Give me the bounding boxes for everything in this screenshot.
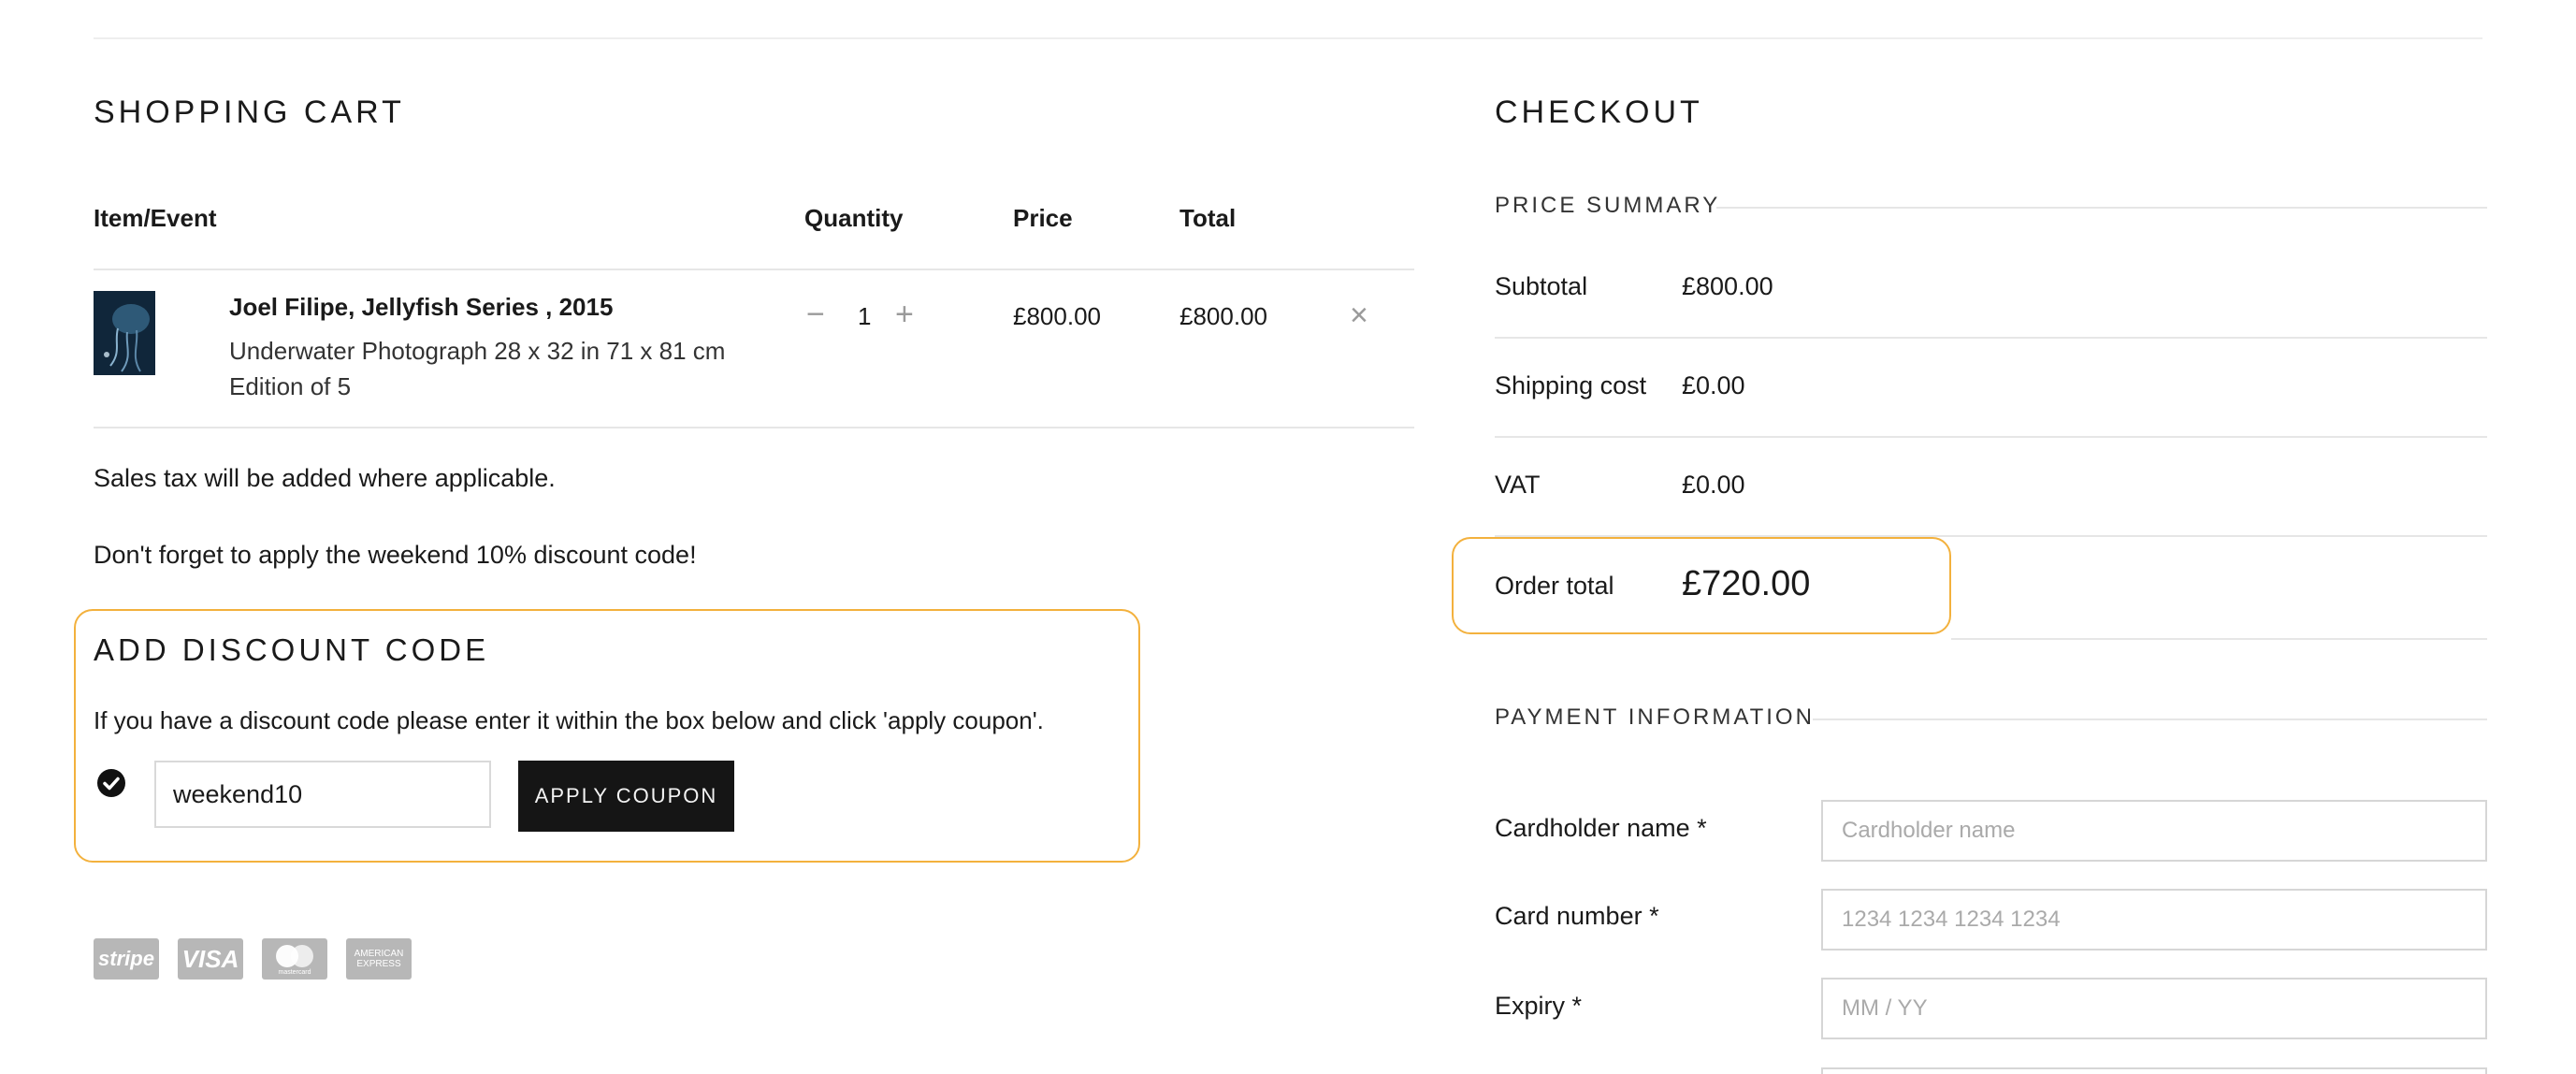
col-quantity: Quantity [804, 204, 904, 232]
amex-icon: AMERICAN EXPRESS [346, 938, 412, 980]
quantity-decrease-button[interactable]: − [806, 298, 825, 330]
mastercard-icon: mastercard [262, 938, 327, 980]
vat-label: VAT [1495, 471, 1541, 499]
remove-item-icon[interactable]: × [1350, 299, 1368, 331]
mastercard-circles-icon [276, 944, 313, 967]
card-number-label: Card number * [1495, 902, 1659, 930]
checkout-title: CHECKOUT [1495, 94, 1703, 130]
shipping-value: £0.00 [1682, 371, 1745, 399]
shipping-divider [1495, 436, 2487, 438]
item-total: £800.00 [1179, 302, 1267, 330]
item-price: £800.00 [1013, 302, 1101, 330]
sales-tax-note: Sales tax will be added where applicable… [94, 464, 556, 492]
jellyfish-image-icon [94, 291, 155, 375]
next-field-input[interactable] [1821, 1067, 2487, 1074]
cardholder-label: Cardholder name * [1495, 814, 1707, 842]
order-total-label: Order total [1495, 572, 1614, 600]
payment-info-rule [1813, 718, 2487, 720]
stripe-icon: stripe [94, 938, 159, 980]
price-summary-title: PRICE SUMMARY [1495, 193, 1721, 218]
mastercard-label: mastercard [278, 968, 311, 976]
col-total: Total [1179, 204, 1237, 232]
cardholder-name-input[interactable]: Cardholder name [1821, 800, 2487, 862]
subtotal-value: £800.00 [1682, 272, 1773, 300]
card-number-input[interactable]: 1234 1234 1234 1234 [1821, 889, 2487, 951]
discount-code-input[interactable]: weekend10 [154, 761, 491, 828]
discount-title: ADD DISCOUNT CODE [94, 632, 490, 667]
col-item: Item/Event [94, 204, 217, 232]
order-total-divider [1951, 638, 2487, 640]
top-divider [94, 37, 2482, 39]
quantity-increase-button[interactable]: + [895, 298, 914, 330]
discount-description: If you have a discount code please enter… [94, 706, 1044, 734]
cart-item-divider [94, 427, 1414, 428]
amex-label-top: AMERICAN [354, 949, 404, 959]
vat-value: £0.00 [1682, 471, 1745, 499]
quantity-value: 1 [858, 302, 872, 330]
item-title[interactable]: Joel Filipe, Jellyfish Series , 2015 [229, 293, 613, 322]
subtotal-divider [1495, 337, 2487, 339]
apply-coupon-button[interactable]: APPLY COUPON [518, 761, 734, 832]
item-thumbnail[interactable] [94, 291, 155, 375]
price-summary-rule [1716, 207, 2487, 209]
order-total-value: £720.00 [1682, 564, 1811, 603]
col-price: Price [1013, 204, 1073, 232]
amex-label-bottom: EXPRESS [356, 959, 401, 969]
cart-title: SHOPPING CART [94, 94, 405, 130]
shipping-label: Shipping cost [1495, 371, 1647, 399]
subtotal-label: Subtotal [1495, 272, 1588, 300]
visa-icon: VISA [178, 938, 243, 980]
discount-reminder: Don't forget to apply the weekend 10% di… [94, 541, 697, 569]
cart-header-divider [94, 268, 1414, 270]
check-circle-icon [97, 769, 125, 797]
payment-info-title: PAYMENT INFORMATION [1495, 704, 1815, 730]
expiry-label: Expiry * [1495, 992, 1583, 1020]
expiry-input[interactable]: MM / YY [1821, 978, 2487, 1039]
item-description: Underwater Photograph 28 x 32 in 71 x 81… [229, 337, 726, 365]
item-edition: Edition of 5 [229, 372, 352, 400]
